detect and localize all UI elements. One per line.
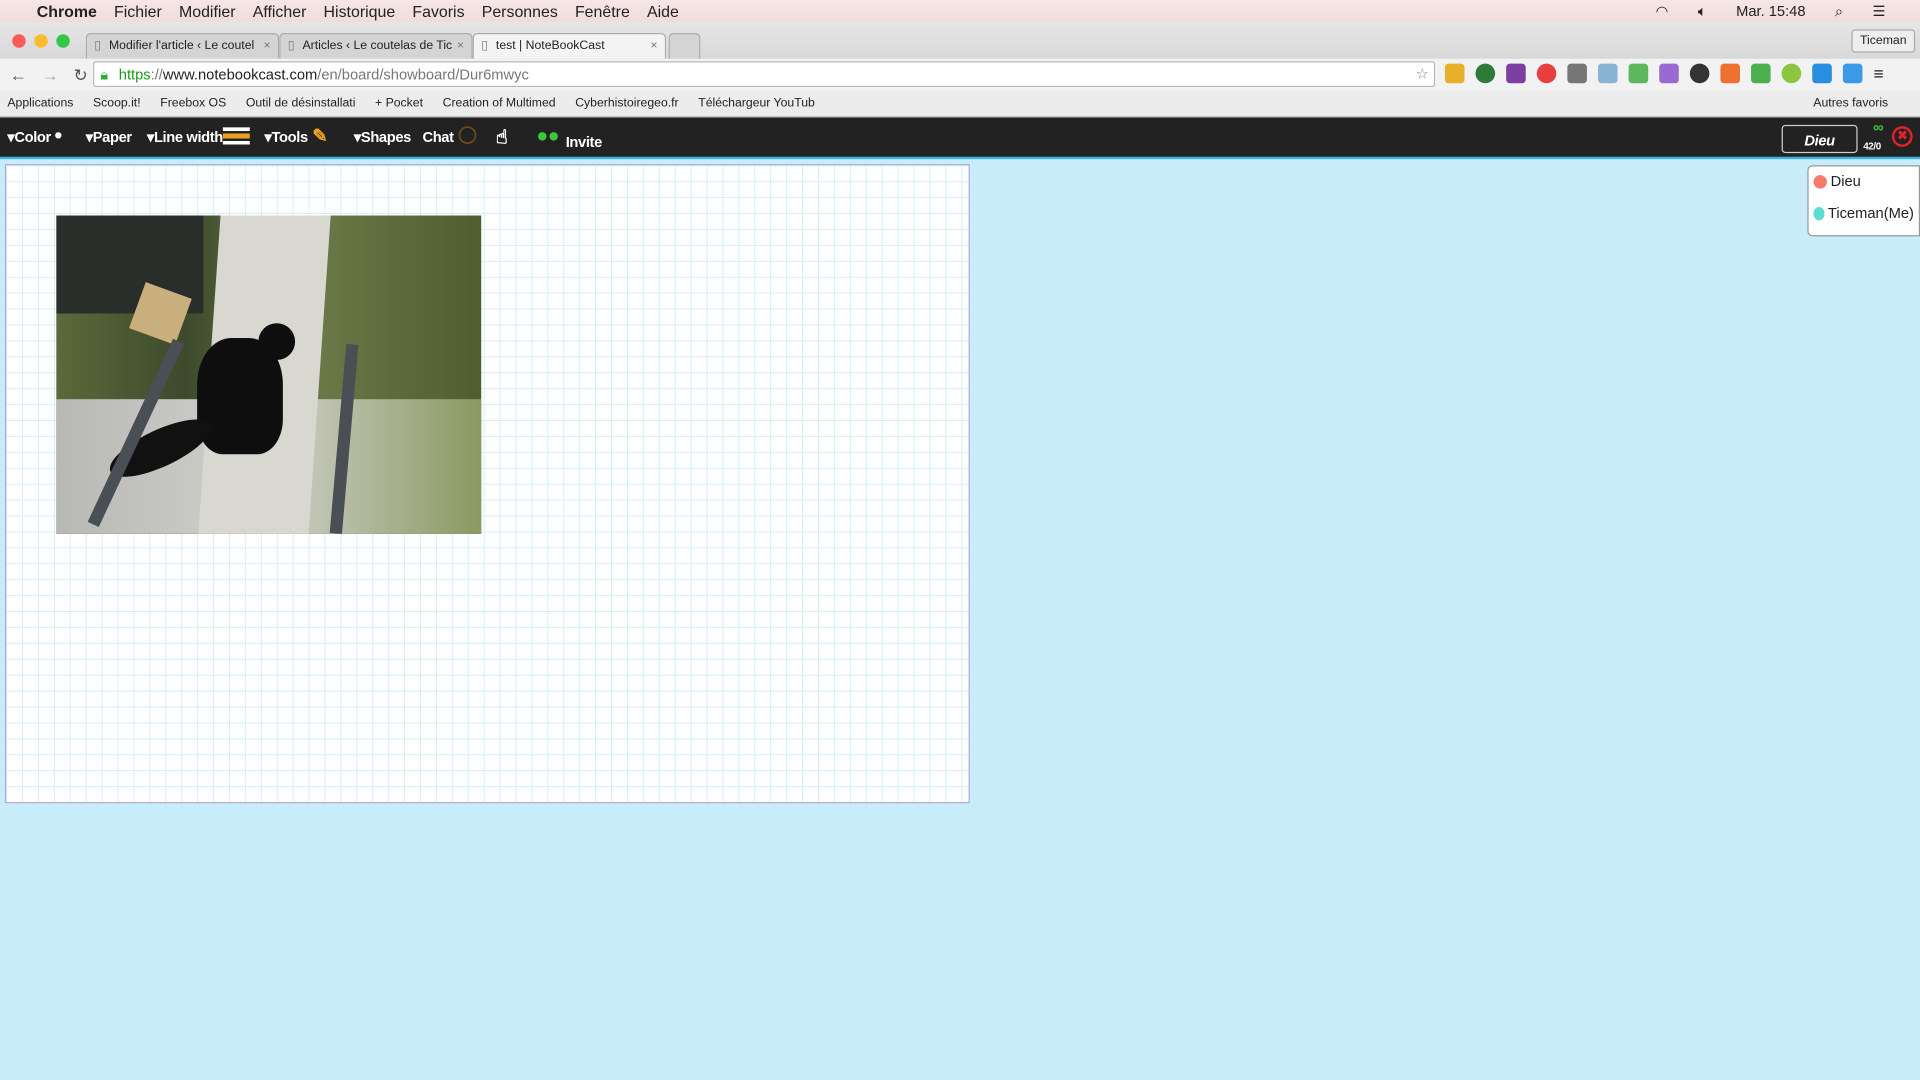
menu-favoris[interactable]: Favoris: [412, 2, 464, 20]
menu-fichier[interactable]: Fichier: [114, 2, 162, 20]
user-item: Ticeman(Me): [1809, 190, 1919, 222]
user-item: Dieu: [1809, 167, 1919, 190]
connection-link-icon: ∞: [1873, 118, 1884, 136]
tab-strip: ▯ Modifier l'article ‹ Le coutel × ▯ Articl…: [0, 22, 1920, 59]
ink-drop-icon: ●: [53, 126, 63, 144]
chat-bubble-icon: ◯: [457, 123, 477, 144]
bookmark-telechargeur[interactable]: Téléchargeur YouTub: [698, 97, 815, 110]
close-tab-icon[interactable]: ×: [650, 39, 657, 52]
extension-icon[interactable]: [1444, 63, 1465, 84]
zoom-window-button[interactable]: [56, 34, 70, 48]
connection-count: 42/0: [1863, 140, 1881, 152]
onenote-icon[interactable]: [1506, 63, 1526, 84]
whiteboard-canvas[interactable]: [4, 164, 970, 804]
menu-afficher[interactable]: Afficher: [253, 2, 307, 20]
camera-icon[interactable]: [1597, 63, 1618, 84]
bookmark-applications[interactable]: Applications: [7, 97, 73, 110]
color-menu[interactable]: ▾Color: [7, 129, 51, 146]
address-bar[interactable]: 🔒︎ https://www.notebookcast.com/en/board/…: [93, 61, 1436, 87]
hand-pointer-icon[interactable]: ☝︎: [496, 125, 508, 149]
close-tab-icon[interactable]: ×: [457, 39, 464, 52]
feather-icon[interactable]: [1659, 63, 1679, 84]
menu-aide[interactable]: Aide: [647, 2, 679, 20]
tools-menu[interactable]: ▾Tools: [264, 129, 308, 146]
bookmark-scoopit[interactable]: Scoop.it!: [93, 97, 141, 110]
back-icon[interactable]: ←: [10, 64, 27, 85]
close-window-button[interactable]: [12, 34, 26, 48]
reload-icon[interactable]: ↻: [73, 64, 87, 85]
wifi-icon[interactable]: ◠: [1656, 2, 1669, 19]
extension-icon[interactable]: [1536, 63, 1557, 84]
forward-icon[interactable]: →: [42, 64, 59, 85]
document-icon: ▯: [481, 39, 488, 53]
document-icon: ▯: [94, 39, 102, 53]
clock[interactable]: Mar. 15:48: [1736, 2, 1805, 19]
mac-menubar: Chrome Fichier Modifier Afficher Histori…: [0, 0, 1920, 23]
line-width-menu[interactable]: ▾Line width: [147, 129, 223, 146]
extension-icon[interactable]: [1781, 63, 1802, 84]
extensions: ≡: [1444, 63, 1883, 84]
board-area: Dieu Ticeman(Me): [0, 159, 1920, 1080]
chrome-menu-icon[interactable]: ≡: [1873, 64, 1883, 84]
spotlight-icon[interactable]: ⌕: [1835, 2, 1843, 20]
bookmark-outil[interactable]: Outil de désinstallati: [246, 97, 356, 110]
user-color-dot: [1813, 174, 1827, 188]
bookmark-star-icon[interactable]: ☆: [1416, 65, 1429, 82]
tab-3[interactable]: ▯ test | NoteBookCast ×: [472, 33, 667, 59]
profile-button[interactable]: Ticeman: [1851, 29, 1916, 53]
menu-personnes[interactable]: Personnes: [482, 2, 558, 20]
new-tab-button[interactable]: [668, 33, 701, 59]
tab-2[interactable]: ▯ Articles ‹ Le coutelas de Tic ×: [279, 33, 473, 59]
close-board-icon[interactable]: ✖: [1891, 126, 1913, 147]
extension-icon[interactable]: [1628, 63, 1649, 84]
pencil-icon: ✎: [312, 126, 328, 147]
board-toolbar: ▾Color ● ▾Paper ▾Line width ▾Tools ✎ ▾Sh…: [0, 117, 1920, 160]
line-width-icon: [222, 127, 250, 145]
extension-icon[interactable]: [1842, 63, 1863, 84]
bookmark-creation[interactable]: Creation of Multimed: [443, 97, 556, 110]
menu-fenetre[interactable]: Fenêtre: [575, 2, 630, 20]
user-color-dot: [1813, 206, 1825, 220]
browser-toolbar: ← → ↻ 🔒︎ https://www.notebookcast.com/en/bo…: [0, 58, 1920, 91]
menu-app[interactable]: Chrome: [37, 2, 97, 20]
online-users-panel: Dieu Ticeman(Me): [1807, 165, 1920, 237]
other-bookmarks[interactable]: Autres favoris: [1813, 97, 1888, 110]
lock-icon: 🔒︎: [100, 66, 109, 84]
chat-button[interactable]: Chat: [422, 129, 454, 146]
paper-menu[interactable]: ▾Paper: [86, 129, 132, 146]
close-tab-icon[interactable]: ×: [263, 39, 270, 52]
bookmarks-bar: Applications Scoop.it! Freebox OS Outil …: [0, 90, 1920, 118]
minimize-window-button[interactable]: [34, 34, 48, 48]
user-name-button[interactable]: Dieu: [1781, 124, 1858, 154]
document-icon: ▯: [287, 39, 295, 53]
extension-icon[interactable]: [1567, 63, 1587, 84]
bookmark-cyberhistoire[interactable]: Cyberhistoiregeo.fr: [575, 97, 678, 110]
print-icon[interactable]: [1751, 63, 1771, 84]
menu-historique[interactable]: Historique: [324, 2, 396, 20]
users-icon: ●●: [536, 126, 560, 147]
extension-icon[interactable]: [1812, 63, 1832, 84]
bookmark-freebox[interactable]: Freebox OS: [160, 97, 226, 110]
download-icon[interactable]: [1475, 63, 1496, 84]
notification-list-icon[interactable]: ☰: [1873, 2, 1886, 19]
tab-1[interactable]: ▯ Modifier l'article ‹ Le coutel ×: [85, 33, 280, 59]
extension-icon[interactable]: [1689, 63, 1710, 84]
volume-icon[interactable]: 🔈︎: [1698, 2, 1707, 20]
extension-icon[interactable]: [1720, 63, 1741, 84]
cat-photo[interactable]: [56, 215, 482, 534]
invite-button[interactable]: Invite: [566, 133, 603, 150]
menu-modifier[interactable]: Modifier: [179, 2, 236, 20]
bookmark-pocket[interactable]: + Pocket: [375, 97, 423, 110]
shapes-menu[interactable]: ▾Shapes: [354, 129, 411, 146]
